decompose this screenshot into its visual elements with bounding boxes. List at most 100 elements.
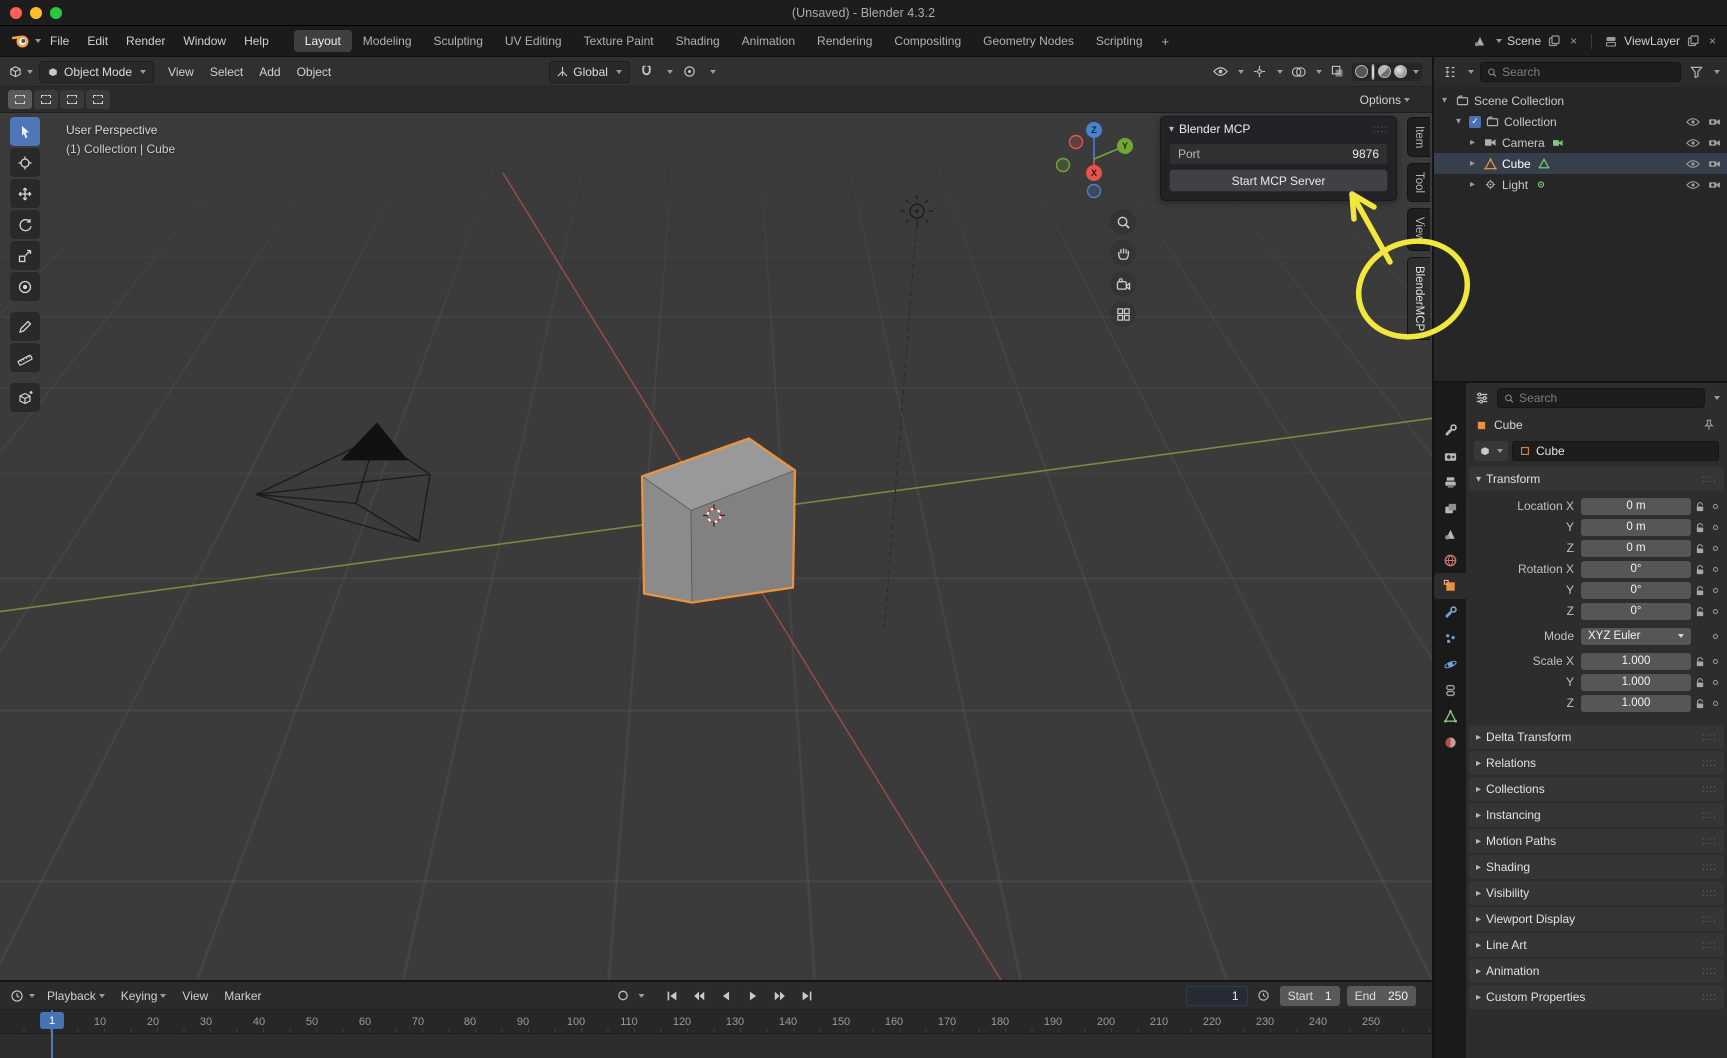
transform-value-field[interactable]: 1.000 [1581,674,1691,691]
minimize-window-button[interactable] [30,7,42,19]
workspace-tab[interactable]: Compositing [883,30,972,52]
viewport-menu-item[interactable]: View [160,61,202,83]
timeline-editor-type-icon[interactable] [8,987,26,1005]
browse-scene-icon[interactable] [1472,33,1488,49]
row-label[interactable]: Scene Collection [1474,94,1564,108]
pin-icon[interactable] [1700,416,1718,434]
row-label[interactable]: Camera [1502,136,1545,150]
select-mode-new-button[interactable] [8,90,32,109]
editor-type-caret-icon[interactable] [27,70,33,74]
shading-solid-button[interactable] [1371,64,1375,80]
pan-hand-button[interactable] [1110,240,1136,266]
add-workspace-button[interactable]: + [1154,34,1178,49]
annotate-tool[interactable] [10,312,40,341]
snap-magnet-icon[interactable] [638,63,656,81]
transform-value-field[interactable]: 0 m [1581,519,1691,536]
playhead-badge[interactable]: 1 [40,1012,64,1029]
lock-icon[interactable] [1691,563,1709,576]
start-mcp-server-button[interactable]: Start MCP Server [1169,169,1388,192]
orientation-dropdown[interactable]: Global [549,61,630,83]
animate-dot[interactable] [1709,609,1721,614]
cursor-tool[interactable] [10,148,40,177]
tab-scene[interactable] [1434,521,1466,547]
timeline-ruler[interactable]: 1020304050607080901001101201301401501601… [0,1010,1432,1034]
tab-world[interactable] [1434,547,1466,573]
mcp-panel-header[interactable]: ▾ Blender MCP :::: [1161,117,1396,141]
collapsed-section-header[interactable]: ▸ Animation :::: [1469,959,1724,983]
transform-section-header[interactable]: ▾ Transform :::: [1469,467,1724,491]
outliner-search-input[interactable] [1502,65,1674,79]
new-scene-icon[interactable] [1546,33,1562,49]
measure-tool[interactable] [10,343,40,372]
workspace-tab[interactable]: Animation [731,30,806,52]
tab-view-layer[interactable] [1434,495,1466,521]
editor-type-icon[interactable] [6,63,24,81]
row-label[interactable]: Collection [1504,115,1557,129]
prev-keyframe-button[interactable] [688,986,711,1006]
tab-render[interactable] [1434,443,1466,469]
rotate-tool[interactable] [10,210,40,239]
transform-tool[interactable] [10,272,40,301]
collapsed-section-header[interactable]: ▸ Delta Transform :::: [1469,725,1724,749]
scene-name[interactable]: Scene [1507,34,1541,48]
gizmos-caret-icon[interactable] [1277,70,1283,74]
tab-modifiers[interactable] [1434,599,1466,625]
zoom-window-button[interactable] [50,7,62,19]
sidebar-tab[interactable]: Item [1407,117,1430,157]
animate-dot[interactable] [1709,634,1721,639]
lock-icon[interactable] [1691,676,1709,689]
sidebar-tab[interactable]: BlenderMCP [1407,257,1430,340]
collapsed-section-header[interactable]: ▸ Visibility :::: [1469,881,1724,905]
tab-physics[interactable] [1434,651,1466,677]
tab-object[interactable] [1434,573,1466,599]
proportional-edit-icon[interactable] [681,63,699,81]
row-label[interactable]: Cube [1502,157,1531,171]
options-dropdown[interactable]: Options [1360,93,1410,107]
jump-to-end-button[interactable] [796,986,819,1006]
toggle-ortho-button[interactable] [1110,301,1136,327]
collection-checkbox[interactable]: ✓ [1469,116,1481,128]
transform-value-field[interactable]: 1.000 [1581,695,1691,712]
tab-material[interactable] [1434,729,1466,755]
lock-icon[interactable] [1691,605,1709,618]
outliner-row[interactable]: ✓ Light [1434,174,1727,195]
close-window-button[interactable] [10,7,22,19]
expand-chevron-icon[interactable] [1442,95,1455,106]
properties-search[interactable] [1497,388,1705,408]
gizmos-icon[interactable] [1250,63,1268,81]
menu-item[interactable]: Render [117,30,174,52]
move-tool[interactable] [10,179,40,208]
transform-value-field[interactable]: 0 m [1581,498,1691,515]
object-id-dropdown[interactable] [1474,441,1508,461]
animate-dot[interactable] [1709,588,1721,593]
hide-in-viewport-eye-icon[interactable] [1686,117,1700,127]
tab-object-data[interactable] [1434,703,1466,729]
end-frame-field[interactable]: End 250 [1347,986,1416,1006]
outliner-row[interactable]: ✓ Cube [1434,153,1727,174]
collapsed-section-header[interactable]: ▸ Line Art :::: [1469,933,1724,957]
workspace-tab[interactable]: UV Editing [494,30,573,52]
lock-icon[interactable] [1691,655,1709,668]
remove-viewlayer-button[interactable]: × [1706,34,1719,48]
overlays-icon[interactable] [1289,63,1307,81]
disable-in-renders-camera-icon[interactable] [1708,138,1721,148]
shading-rendered-button[interactable] [1394,65,1407,78]
animate-dot[interactable] [1709,567,1721,572]
mcp-port-field[interactable]: Port 9876 [1169,143,1388,165]
transform-value-field[interactable]: 0° [1581,561,1691,578]
tab-output[interactable] [1434,469,1466,495]
viewport-menu-item[interactable]: Object [289,61,340,83]
collapsed-section-header[interactable]: ▸ Instancing :::: [1469,803,1724,827]
camera-view-button[interactable] [1110,271,1136,297]
gizmo-neg-x-ball[interactable] [1070,136,1083,149]
tweak-select-tool[interactable] [10,117,40,146]
mcp-collapse-icon[interactable]: ▾ [1169,124,1174,135]
timeline-editor-caret-icon[interactable] [29,994,35,998]
animate-dot[interactable] [1709,680,1721,685]
lock-icon[interactable] [1691,521,1709,534]
outliner-editor-caret-icon[interactable] [1468,70,1474,74]
select-mode-subtract-button[interactable] [60,90,84,109]
tab-constraints[interactable] [1434,677,1466,703]
select-mode-invert-button[interactable] [86,90,110,109]
lock-icon[interactable] [1691,584,1709,597]
